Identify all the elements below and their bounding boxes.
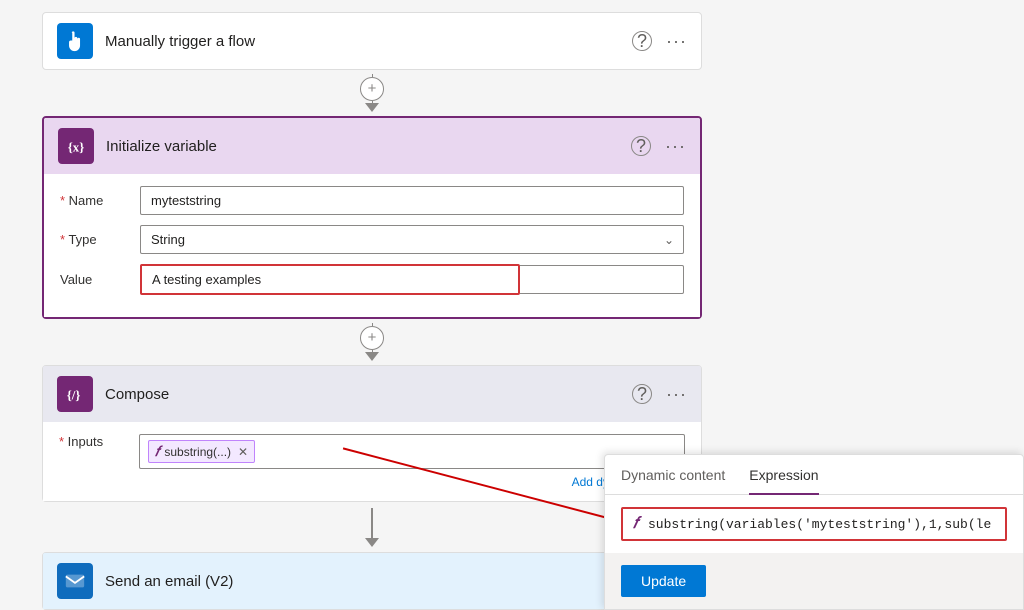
trigger-actions: ? ··· <box>632 31 687 52</box>
value-label: Value <box>60 272 140 287</box>
panel-footer: Update <box>605 553 1023 609</box>
arrow-head-2 <box>365 352 379 361</box>
svg-text:{x}: {x} <box>68 141 85 155</box>
compose-title: Compose <box>105 386 620 403</box>
email-node: Send an email (V2) ? <box>42 552 702 610</box>
expression-input-row[interactable]: 𝑓 substring(variables('myteststring'),1,… <box>621 507 1007 541</box>
trigger-title: Manually trigger a flow <box>105 33 620 50</box>
name-input[interactable] <box>140 186 684 215</box>
init-node-body: Name Type String ⌄ Value <box>44 174 700 317</box>
compose-node-header: {/} Compose ? ··· <box>43 366 701 422</box>
init-node-header: {x} Initialize variable ? ··· <box>44 118 700 174</box>
add-step-btn-2[interactable]: + <box>360 326 384 350</box>
init-node-title: Initialize variable <box>106 138 619 155</box>
arrow-head-1 <box>365 103 379 112</box>
svg-text:{/}: {/} <box>67 389 81 403</box>
compose-help-icon[interactable]: ? <box>632 384 652 404</box>
fx-close-btn[interactable]: ✕ <box>238 445 248 459</box>
value-input-secondary[interactable] <box>520 265 684 294</box>
compose-icon: {/} <box>57 376 93 412</box>
connector-3 <box>42 502 702 552</box>
email-node-header: Send an email (V2) ? <box>43 553 701 609</box>
panel-tabs: Dynamic content Expression <box>605 455 1023 495</box>
name-field-row: Name <box>60 186 684 215</box>
update-button[interactable]: Update <box>621 565 706 597</box>
expression-panel: Dynamic content Expression 𝑓 substring(v… <box>604 454 1024 610</box>
value-field-row: Value <box>60 264 684 295</box>
init-variable-node: {x} Initialize variable ? ··· Name Type <box>42 116 702 319</box>
add-step-btn-1[interactable]: + <box>360 77 384 101</box>
type-label: Type <box>60 232 140 247</box>
init-node-actions: ? ··· <box>631 136 686 157</box>
init-help-icon[interactable]: ? <box>631 136 651 156</box>
init-more-icon[interactable]: ··· <box>665 136 686 157</box>
hand-icon <box>57 23 93 59</box>
connector-1: + <box>42 70 702 116</box>
value-input[interactable] <box>140 264 520 295</box>
dynamic-content-link[interactable]: Add dynamic cont... <box>59 475 685 489</box>
fx-tag: 𝑓 substring(...) ✕ <box>148 440 255 463</box>
inputs-label: Inputs <box>59 434 139 449</box>
trigger-node: Manually trigger a flow ? ··· <box>42 12 702 70</box>
type-select[interactable]: String <box>140 225 684 254</box>
email-title: Send an email (V2) <box>105 573 655 590</box>
variable-icon: {x} <box>58 128 94 164</box>
fx-icon: 𝑓 <box>155 443 159 460</box>
compose-node: {/} Compose ? ··· Inputs 𝑓 substring(...… <box>42 365 702 502</box>
tab-dynamic-content[interactable]: Dynamic content <box>621 455 725 495</box>
down-arrow-connector <box>365 502 379 552</box>
compose-more-icon[interactable]: ··· <box>666 384 687 405</box>
type-select-wrapper: String ⌄ <box>140 225 684 254</box>
tab-expression[interactable]: Expression <box>749 455 818 495</box>
arrow-head-3 <box>365 538 379 547</box>
fx-tag-text: substring(...) <box>164 445 231 459</box>
connector-2: + <box>42 319 702 365</box>
email-icon <box>57 563 93 599</box>
type-field-row: Type String ⌄ <box>60 225 684 254</box>
name-label: Name <box>60 193 140 208</box>
compose-node-body: Inputs 𝑓 substring(...) ✕ Add dynamic co… <box>43 422 701 501</box>
panel-body: 𝑓 substring(variables('myteststring'),1,… <box>605 495 1023 553</box>
compose-actions: ? ··· <box>632 384 687 405</box>
inputs-field-row: Inputs 𝑓 substring(...) ✕ <box>59 434 685 469</box>
expression-text: substring(variables('myteststring'),1,su… <box>648 517 995 532</box>
down-line-3 <box>371 508 373 538</box>
trigger-help-icon[interactable]: ? <box>632 31 652 51</box>
fx-inline-icon: 𝑓 <box>633 515 638 533</box>
trigger-more-icon[interactable]: ··· <box>666 31 687 52</box>
